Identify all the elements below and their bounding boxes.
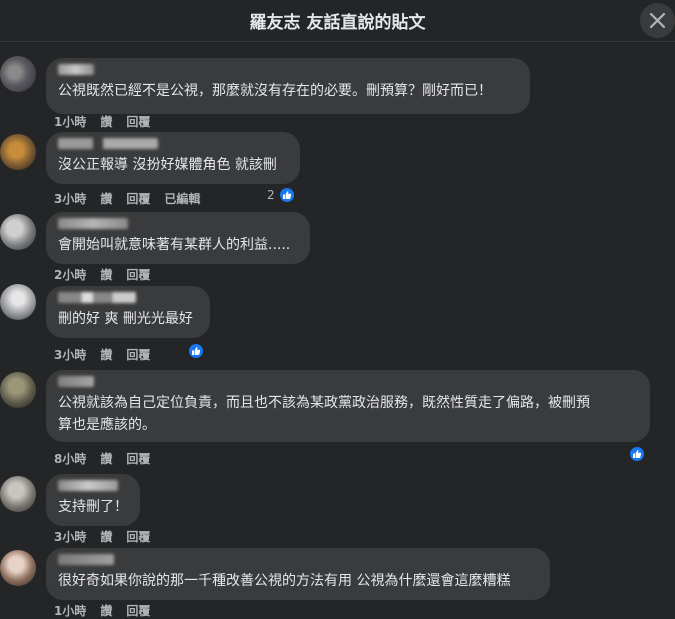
comment-bubble: 公視既然已經不是公視，那麼就沒有存在的必要。刪預算？剛好而已！ bbox=[46, 58, 530, 114]
author-name[interactable] bbox=[58, 138, 158, 149]
reaction-summary[interactable]: 2 bbox=[267, 186, 296, 204]
comment-actions: 1小時 讚 回覆 bbox=[54, 113, 164, 130]
comment-time[interactable]: 3小時 bbox=[54, 190, 86, 207]
like-reaction-icon bbox=[628, 445, 646, 463]
avatar[interactable] bbox=[0, 476, 36, 512]
comment-bubble: 刪的好 爽 刪光光最好 bbox=[46, 286, 210, 338]
comment-time[interactable]: 2小時 bbox=[54, 266, 86, 283]
comment-bubble: 公視就該為自己定位負責，而且也不該為某政黨政治服務，既然性質走了偏路，被刪預 算… bbox=[46, 370, 650, 442]
author-name[interactable] bbox=[58, 554, 114, 565]
like-button[interactable]: 讚 bbox=[100, 190, 112, 207]
like-button[interactable]: 讚 bbox=[100, 450, 112, 467]
reaction-count: 2 bbox=[267, 188, 275, 202]
like-button[interactable]: 讚 bbox=[100, 602, 112, 619]
avatar[interactable] bbox=[0, 284, 36, 320]
comment-actions: 3小時 讚 回覆 bbox=[54, 528, 164, 545]
comment-text: 會開始叫就意味著有某群人的利益..... bbox=[58, 237, 291, 253]
author-name[interactable] bbox=[58, 292, 136, 303]
like-reaction-icon bbox=[187, 342, 205, 360]
reply-button[interactable]: 回覆 bbox=[126, 346, 150, 363]
comment-actions: 8小時 讚 回覆 bbox=[54, 450, 164, 467]
avatar[interactable] bbox=[0, 56, 36, 92]
close-icon bbox=[649, 12, 666, 29]
like-reaction-icon bbox=[277, 186, 296, 204]
close-button[interactable] bbox=[640, 3, 675, 38]
avatar[interactable] bbox=[0, 134, 36, 170]
comment-text: 公視既然已經不是公視，那麼就沒有存在的必要。刪預算？剛好而已！ bbox=[58, 83, 492, 99]
like-button[interactable]: 讚 bbox=[100, 346, 112, 363]
author-name[interactable] bbox=[58, 218, 128, 229]
comment-text: 支持刪了！ bbox=[58, 499, 128, 515]
comment-time[interactable]: 3小時 bbox=[54, 346, 86, 363]
comment-actions: 3小時 讚 回覆 bbox=[54, 346, 164, 363]
reply-button[interactable]: 回覆 bbox=[126, 190, 150, 207]
author-name[interactable] bbox=[58, 376, 94, 387]
comment-time[interactable]: 1小時 bbox=[54, 602, 86, 619]
dialog-header: 羅友志 友話直說的貼文 bbox=[0, 0, 675, 40]
header-divider bbox=[0, 41, 675, 42]
like-button[interactable]: 讚 bbox=[100, 528, 112, 545]
like-button[interactable]: 讚 bbox=[100, 113, 112, 130]
comment-bubble: 會開始叫就意味著有某群人的利益..... bbox=[46, 212, 310, 264]
comment-time[interactable]: 8小時 bbox=[54, 450, 86, 467]
avatar[interactable] bbox=[0, 550, 36, 586]
reaction-summary[interactable] bbox=[187, 342, 205, 360]
comment-bubble: 很好奇如果你說的那一千種改善公視的方法有用 公視為什麼還會這麼糟糕 bbox=[46, 548, 550, 600]
comment-actions: 3小時 讚 回覆 已編輯 bbox=[54, 190, 214, 207]
reply-button[interactable]: 回覆 bbox=[126, 266, 150, 283]
reply-button[interactable]: 回覆 bbox=[126, 113, 150, 130]
comment-text: 刪的好 爽 刪光光最好 bbox=[58, 311, 193, 327]
comment-bubble: 支持刪了！ bbox=[46, 474, 140, 526]
comment-time[interactable]: 3小時 bbox=[54, 528, 86, 545]
dialog-title: 羅友志 友話直說的貼文 bbox=[249, 13, 426, 33]
comment-time[interactable]: 1小時 bbox=[54, 113, 86, 130]
reply-button[interactable]: 回覆 bbox=[126, 602, 150, 619]
author-name[interactable] bbox=[58, 480, 118, 491]
author-name[interactable] bbox=[58, 64, 94, 75]
comment-bubble: 沒公正報導 沒扮好媒體角色 就該刪 bbox=[46, 132, 300, 184]
comment-text: 公視就該為自己定位負責，而且也不該為某政黨政治服務，既然性質走了偏路，被刪預 算… bbox=[58, 395, 590, 433]
reaction-summary[interactable] bbox=[628, 445, 646, 463]
reply-button[interactable]: 回覆 bbox=[126, 450, 150, 467]
avatar[interactable] bbox=[0, 214, 36, 250]
like-button[interactable]: 讚 bbox=[100, 266, 112, 283]
comment-text: 很好奇如果你說的那一千種改善公視的方法有用 公視為什麼還會這麼糟糕 bbox=[58, 573, 511, 589]
reply-button[interactable]: 回覆 bbox=[126, 528, 150, 545]
avatar[interactable] bbox=[0, 372, 36, 408]
comment-actions: 2小時 讚 回覆 bbox=[54, 266, 164, 283]
edited-label[interactable]: 已編輯 bbox=[164, 190, 200, 207]
comment-actions: 1小時 讚 回覆 bbox=[54, 602, 164, 619]
comment-text: 沒公正報導 沒扮好媒體角色 就該刪 bbox=[58, 157, 277, 173]
